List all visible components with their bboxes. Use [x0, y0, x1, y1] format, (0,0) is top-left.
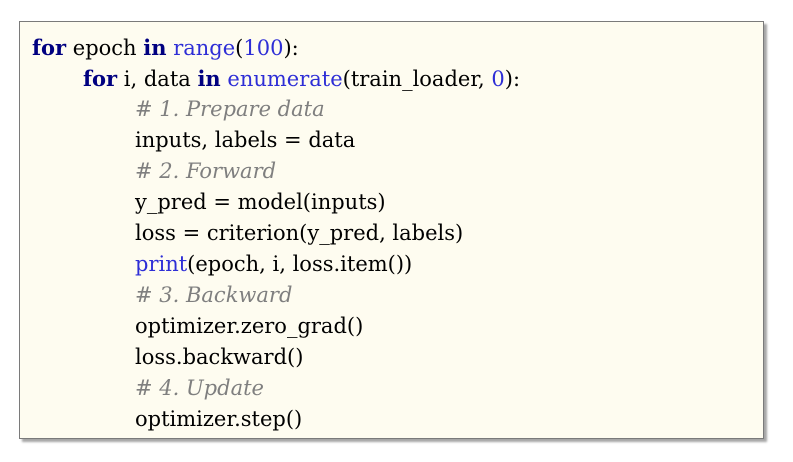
code-comment: # 4. Update [135, 376, 264, 400]
call-args: (train_loader, [342, 67, 492, 91]
number-literal: 100 [243, 36, 284, 60]
code-line-10: optimizer.zero_grad() [135, 314, 364, 338]
code-line-6: y_pred = model(inputs) [135, 190, 386, 214]
code-line-1: for epoch in range(100): [32, 32, 520, 63]
paren-close: ): [283, 36, 299, 60]
code-comment: # 2. Forward [135, 159, 277, 183]
code-line-7: loss = criterion(y_pred, labels) [135, 221, 464, 245]
code-line-11: loss.backward() [135, 345, 304, 369]
keyword-for: for [32, 35, 67, 60]
code-comment: # 3. Backward [135, 283, 293, 307]
number-literal: 0 [491, 67, 505, 91]
builtin-range: range [173, 36, 236, 60]
code-line-8: print(epoch, i, loss.item()) [32, 249, 520, 280]
code-line-13: optimizer.step() [135, 407, 303, 431]
code-block: for epoch in range(100): for i, data in … [19, 21, 764, 439]
code-line-4: inputs, labels = data [135, 128, 356, 152]
loop-variables: i, data [117, 67, 198, 91]
builtin-enumerate: enumerate [227, 67, 343, 91]
call-args: (epoch, i, loss.item()) [187, 252, 413, 276]
keyword-for: for [83, 66, 118, 91]
paren-close: ): [504, 67, 521, 91]
code-comment: # 1. Prepare data [135, 97, 325, 121]
loop-variable: epoch [66, 36, 144, 60]
code-line-2: for i, data in enumerate(train_loader, 0… [32, 63, 520, 94]
code-content: for epoch in range(100): for i, data in … [32, 32, 520, 435]
keyword-in: in [143, 35, 167, 60]
keyword-in: in [197, 66, 221, 91]
builtin-print: print [135, 252, 188, 276]
